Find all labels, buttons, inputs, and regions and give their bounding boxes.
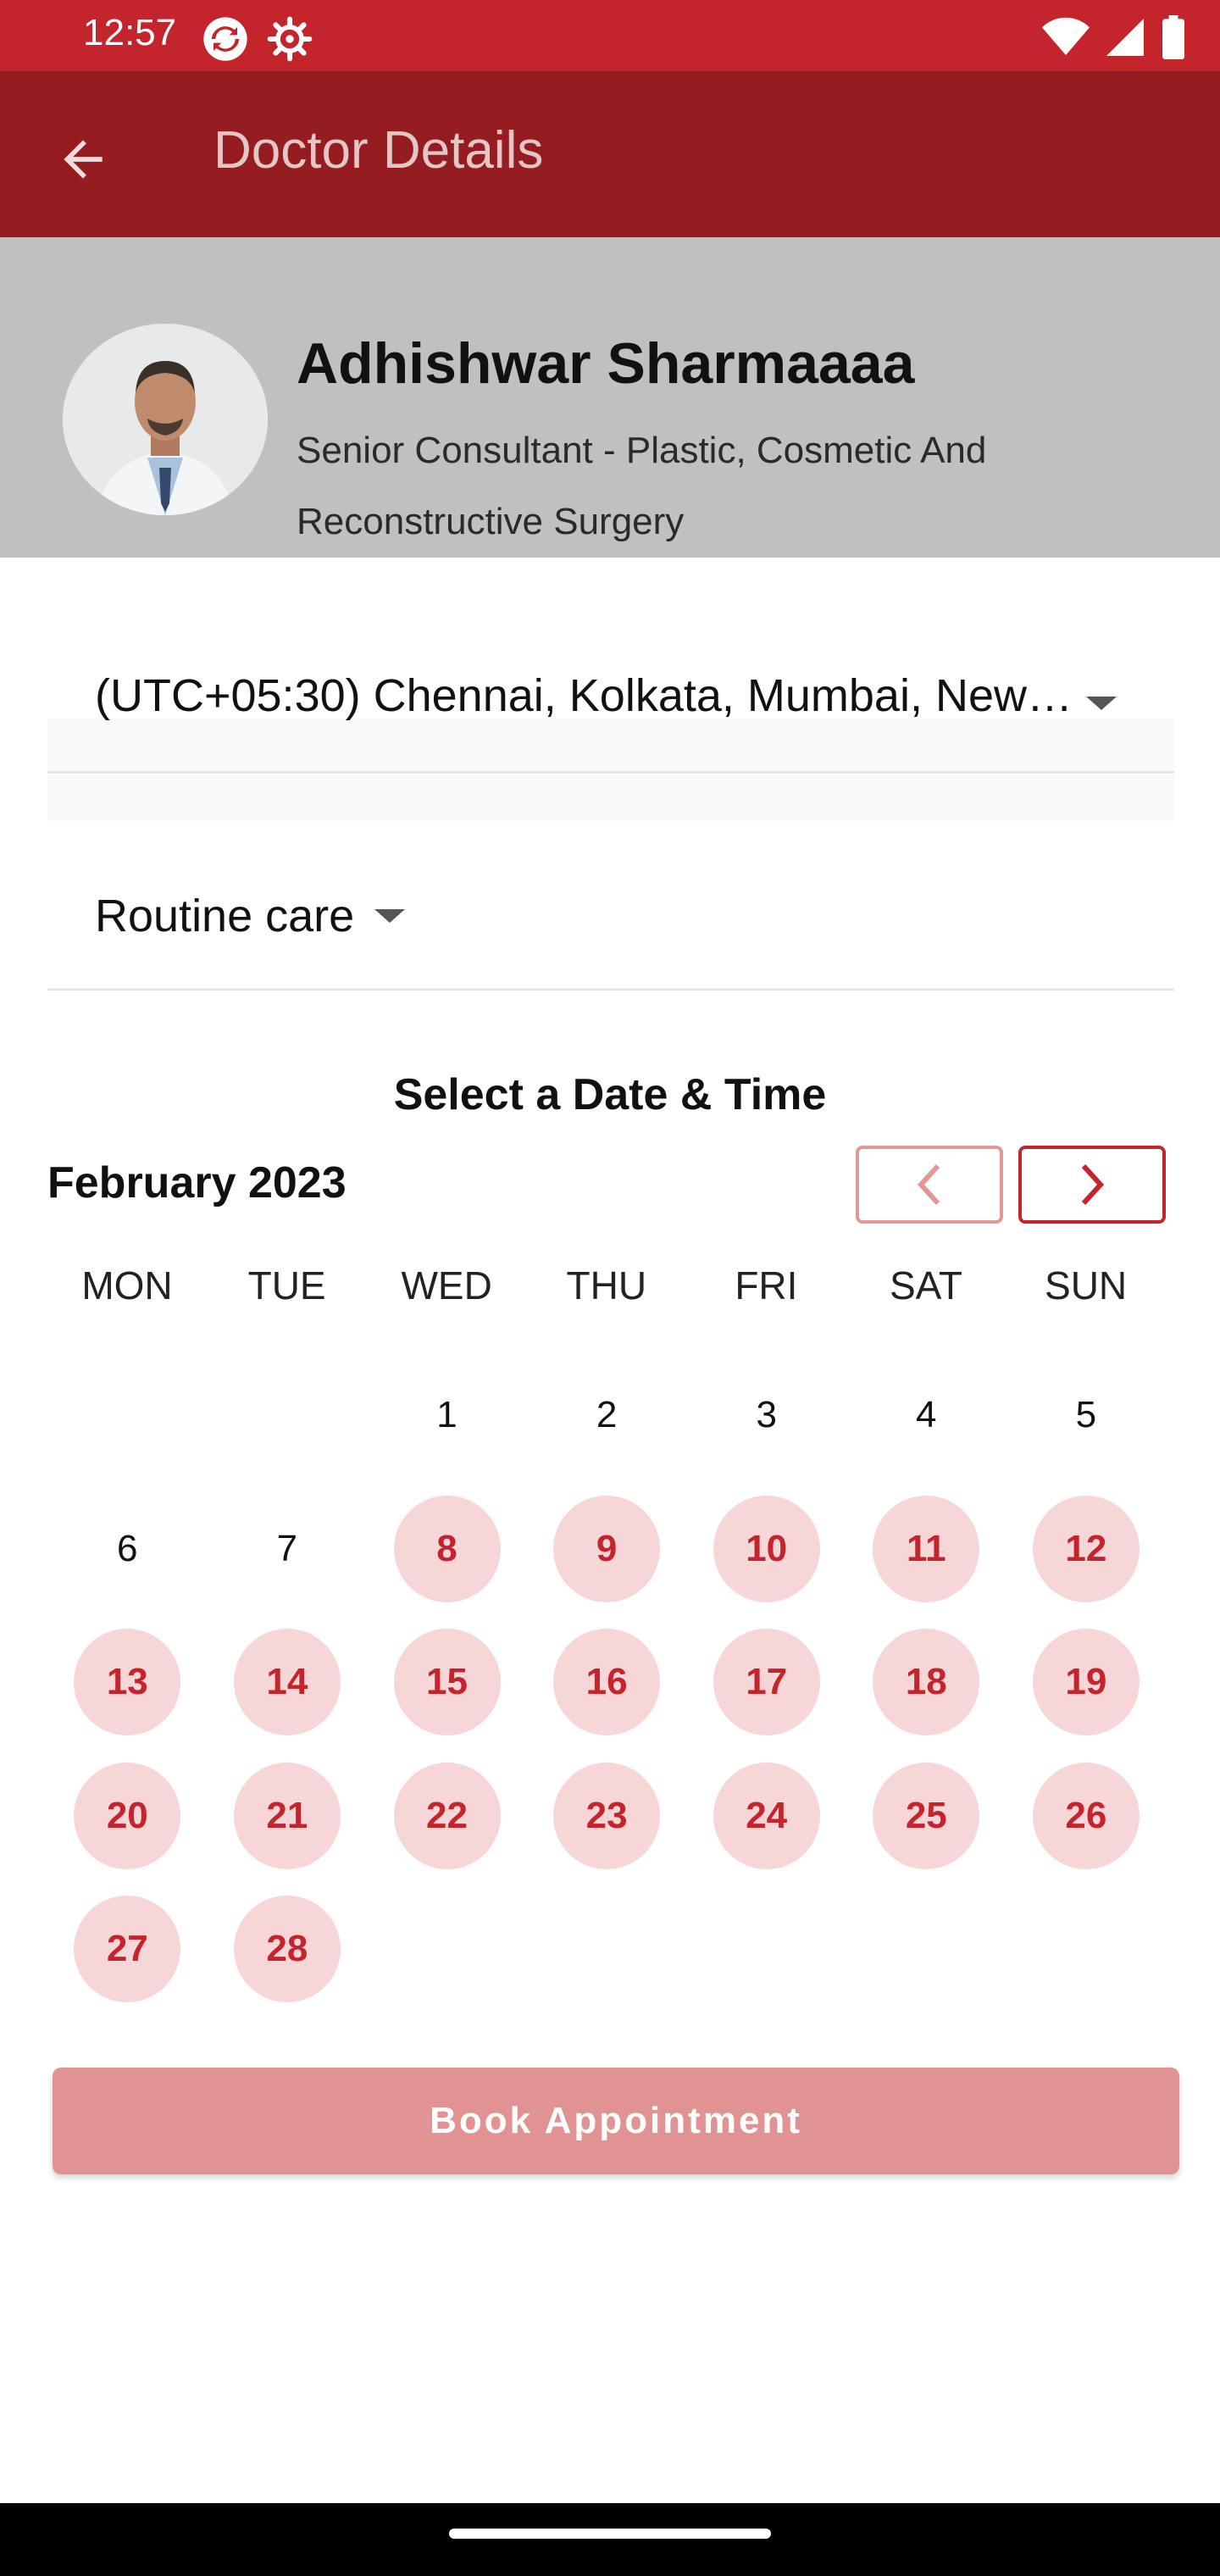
calendar-day-available[interactable]: 15 <box>393 1629 501 1735</box>
dropdown-caret-icon <box>1086 697 1117 710</box>
weekday-label: MON <box>81 1263 173 1307</box>
calendar-day: 6 <box>117 1527 138 1569</box>
calendar-heading: Select a Date & Time <box>393 1070 827 1119</box>
chevron-right-icon <box>1081 1163 1105 1206</box>
wifi-icon <box>1042 17 1090 56</box>
chevron-left-icon <box>917 1163 940 1206</box>
calendar-day-available[interactable]: 13 <box>74 1629 181 1735</box>
dropdown-caret-icon <box>374 909 406 923</box>
care-type-dropdown[interactable]: Routine care <box>47 856 1174 991</box>
doctor-header: Adhishwar Sharmaaaa Senior Consultant - … <box>0 237 1220 558</box>
care-type-value: Routine care <box>95 891 355 941</box>
calendar-day-available[interactable]: 23 <box>553 1762 661 1869</box>
weekday-label: FRI <box>735 1263 798 1307</box>
calendar-day-available[interactable]: 17 <box>713 1629 820 1735</box>
previous-month-button[interactable] <box>856 1146 1003 1224</box>
calendar-day: 5 <box>1075 1394 1097 1435</box>
calendar-day-available[interactable]: 19 <box>1032 1629 1140 1735</box>
calendar-day: 7 <box>276 1527 298 1569</box>
calendar-day-available[interactable]: 14 <box>233 1629 341 1735</box>
weekday-label: SAT <box>889 1263 963 1307</box>
weekday-label: TUE <box>247 1263 326 1307</box>
battery-icon <box>1162 15 1184 59</box>
weekday-label: WED <box>401 1263 492 1307</box>
book-appointment-button[interactable]: Book Appointment <box>53 2068 1179 2174</box>
month-label: February 2023 <box>47 1158 347 1208</box>
calendar-day-available[interactable]: 21 <box>233 1762 341 1869</box>
calendar-day-available[interactable]: 24 <box>713 1762 820 1869</box>
doctor-avatar <box>63 324 268 515</box>
calendar-day-available[interactable]: 18 <box>873 1629 980 1735</box>
arrow-back-icon <box>64 140 103 179</box>
calendar-day-available[interactable]: 10 <box>713 1495 820 1602</box>
calendar-day-available[interactable]: 28 <box>233 1896 341 2002</box>
status-time: 12:57 <box>83 12 177 53</box>
calendar-day-available[interactable]: 22 <box>393 1762 501 1869</box>
calendar-day-available[interactable]: 27 <box>74 1896 181 2002</box>
next-month-button[interactable] <box>1018 1146 1166 1224</box>
weekday-label: SUN <box>1045 1263 1128 1307</box>
system-nav-bar <box>0 2503 1220 2576</box>
sync-icon <box>203 17 247 61</box>
back-button[interactable] <box>44 120 122 198</box>
status-bar: 12:57 <box>0 0 1220 71</box>
home-indicator[interactable] <box>449 2529 771 2539</box>
calendar-day: 4 <box>916 1394 937 1435</box>
doctor-specialty: Senior Consultant - Plastic, Cosmetic An… <box>297 430 987 542</box>
calendar-day: 3 <box>756 1394 777 1435</box>
calendar-day-available[interactable]: 8 <box>393 1495 501 1602</box>
gear-icon <box>267 16 313 62</box>
status-icons <box>1042 15 1186 59</box>
calendar-day-available[interactable]: 12 <box>1032 1495 1140 1602</box>
calendar-day-available[interactable]: 25 <box>873 1762 980 1869</box>
calendar-day-available[interactable]: 20 <box>74 1762 181 1869</box>
care-type-row: Routine care <box>95 890 406 942</box>
weekday-label: THU <box>566 1263 647 1307</box>
calendar-day: 2 <box>596 1394 618 1435</box>
calendar-day-available[interactable]: 26 <box>1032 1762 1140 1869</box>
doctor-name: Adhishwar Sharmaaaa <box>297 331 915 396</box>
timezone-dropdown[interactable]: (UTC+05:30) Chennai, Kolkata, Mumbai, Ne… <box>47 644 1174 774</box>
calendar-day-available[interactable]: 9 <box>553 1495 661 1602</box>
calendar-day: 1 <box>436 1394 458 1435</box>
calendar-day-available[interactable]: 11 <box>873 1495 980 1602</box>
signal-icon <box>1106 19 1144 56</box>
app-bar: Doctor Details <box>0 71 1220 237</box>
divider-band <box>47 775 1174 821</box>
page-title: Doctor Details <box>214 121 544 180</box>
calendar-day-available[interactable]: 16 <box>553 1629 661 1735</box>
timezone-value: (UTC+05:30) Chennai, Kolkata, Mumbai, Ne… <box>95 670 1073 721</box>
